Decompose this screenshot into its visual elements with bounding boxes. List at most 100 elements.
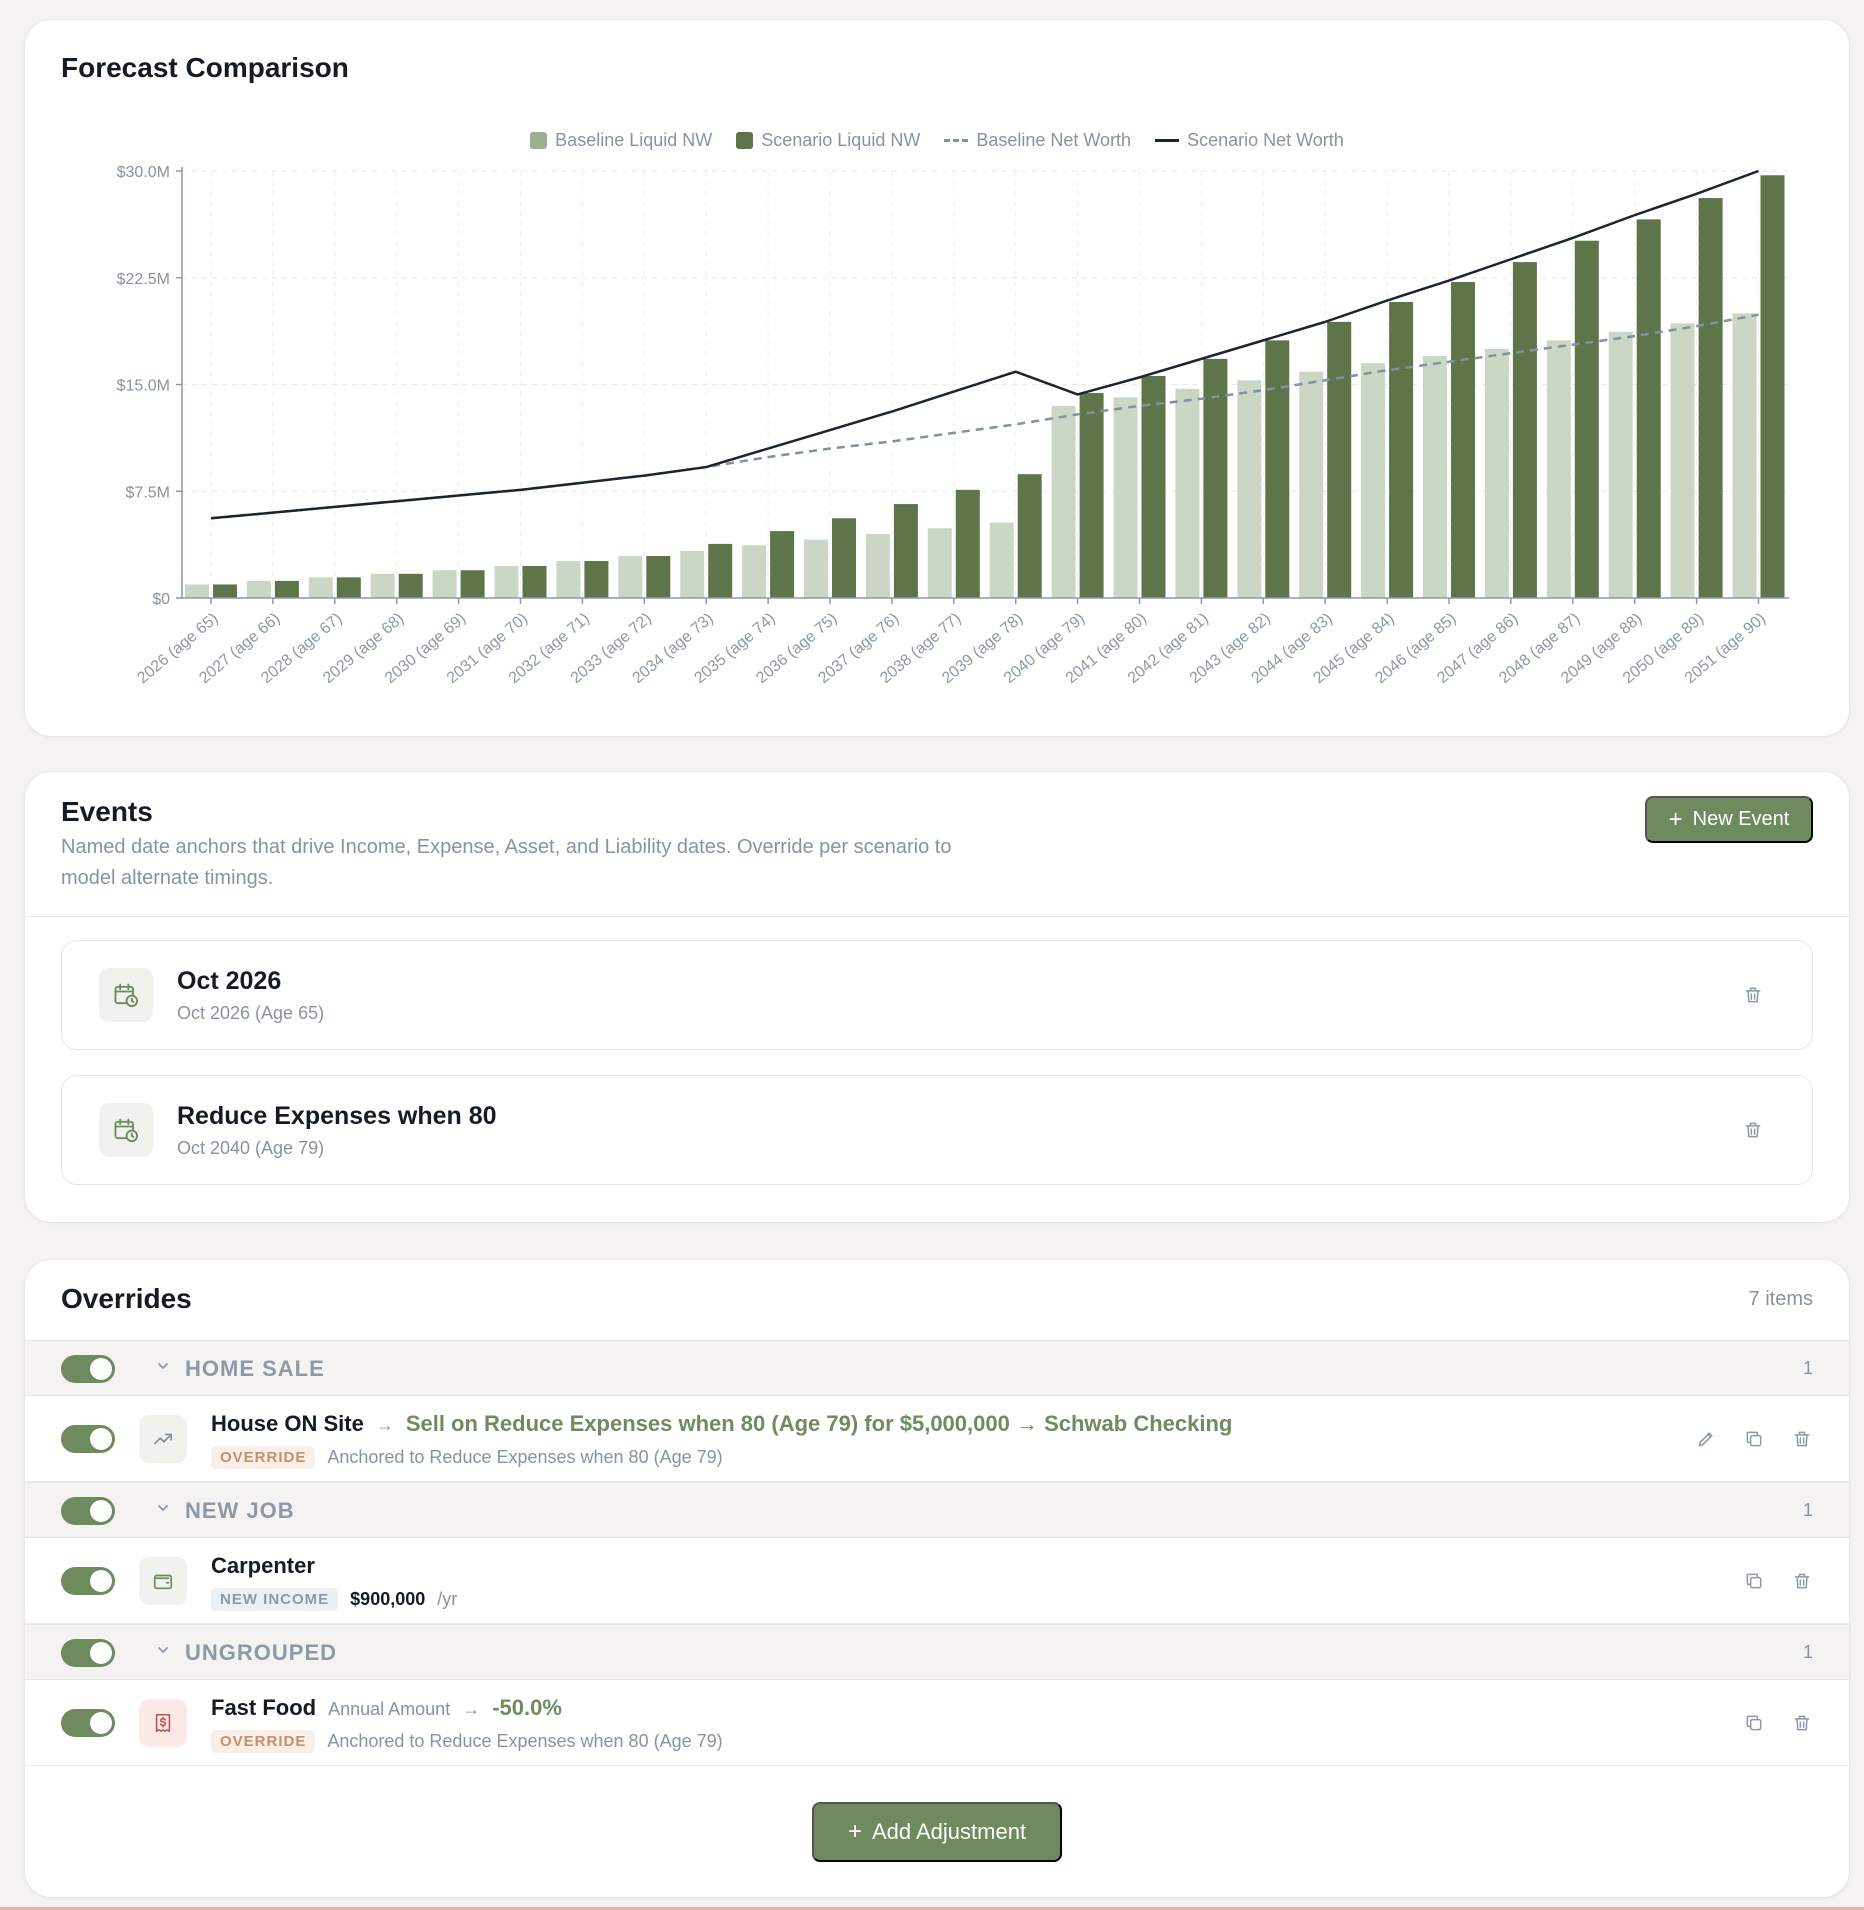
bar-scenario-liquid	[336, 577, 361, 598]
trash-icon	[1745, 1122, 1761, 1138]
trash-icon	[1794, 1431, 1810, 1447]
y-tick-label: $30.0M	[117, 164, 170, 181]
group-row-ungrouped[interactable]: UNGROUPED 1	[25, 1624, 1849, 1680]
item-toggle[interactable]	[61, 1709, 115, 1737]
group-row-new-job[interactable]: NEW JOB 1	[25, 1482, 1849, 1538]
new-income-badge: NEW INCOME	[211, 1588, 339, 1611]
y-tick-label: $7.5M	[126, 484, 170, 501]
new-event-button[interactable]: + New Event	[1645, 796, 1813, 843]
item-meta: OVERRIDE Anchored to Reduce Expenses whe…	[211, 1730, 723, 1753]
item-action: Sell on Reduce Expenses when 80 (Age 79)…	[405, 1411, 1233, 1436]
item-toggle[interactable]	[61, 1567, 115, 1595]
edit-button[interactable]	[1693, 1426, 1719, 1452]
bar-baseline-liquid	[246, 580, 271, 598]
bar-scenario-liquid	[832, 518, 856, 598]
new-event-label: New Event	[1692, 808, 1790, 830]
bar-scenario-liquid	[1512, 262, 1537, 598]
bar-scenario-liquid	[274, 580, 299, 598]
bar-scenario-liquid	[1079, 393, 1104, 598]
copy-icon	[1746, 1431, 1762, 1447]
delete-button[interactable]	[1789, 1710, 1815, 1736]
group-count: 1	[1802, 1358, 1813, 1378]
event-item[interactable]: Reduce Expenses when 80 Oct 2040 (Age 79…	[61, 1075, 1813, 1185]
bar-baseline-liquid	[742, 545, 767, 598]
row-actions	[1741, 1568, 1815, 1594]
override-item[interactable]: Fast Food Annual Amount → -50.0% OVERRID…	[25, 1680, 1849, 1766]
group-label: NEW JOB	[185, 1498, 295, 1523]
bar-scenario-liquid	[1203, 358, 1228, 598]
bar-scenario-liquid	[1451, 282, 1475, 598]
delete-event-button[interactable]	[1740, 982, 1766, 1008]
y-tick-label: $0	[152, 591, 170, 608]
override-item[interactable]: House ON Site → Sell on Reduce Expenses …	[25, 1396, 1849, 1482]
row-actions	[1741, 1710, 1815, 1736]
bar-scenario-liquid	[398, 573, 423, 598]
duplicate-button[interactable]	[1741, 1710, 1767, 1736]
y-tick-label: $22.5M	[117, 271, 170, 288]
group-label: UNGROUPED	[185, 1640, 338, 1665]
bar-baseline-liquid	[1732, 313, 1757, 598]
bar-baseline-liquid	[927, 528, 952, 598]
bar-scenario-liquid	[955, 489, 980, 598]
bar-scenario-liquid	[1265, 340, 1290, 598]
overrides-count: 7 items	[1748, 1288, 1813, 1310]
duplicate-button[interactable]	[1741, 1568, 1767, 1594]
bar-baseline-liquid	[1423, 356, 1447, 598]
item-anchor: Anchored to Reduce Expenses when 80 (Age…	[327, 1447, 723, 1467]
events-description: Named date anchors that drive Income, Ex…	[61, 836, 952, 889]
copy-icon	[1746, 1573, 1762, 1589]
bar-baseline-liquid	[804, 539, 828, 598]
chevron-down-icon[interactable]	[155, 1500, 171, 1516]
calendar-clock-icon	[99, 968, 153, 1022]
arrow-right-icon: →	[462, 1699, 481, 1719]
bar-scenario-liquid	[1017, 474, 1042, 598]
bar-baseline-liquid	[1175, 388, 1200, 598]
bar-baseline-liquid	[865, 533, 890, 598]
chevron-down-icon[interactable]	[155, 1358, 171, 1374]
delete-button[interactable]	[1789, 1568, 1815, 1594]
add-adjustment-button[interactable]: + Add Adjustment	[812, 1802, 1062, 1862]
trending-up-icon	[139, 1415, 187, 1463]
event-date: Oct 2040 (Age 79)	[177, 1138, 325, 1158]
bar-baseline-liquid	[1299, 371, 1324, 598]
receipt-dollar-icon	[139, 1699, 187, 1747]
item-name: Fast Food	[211, 1695, 317, 1720]
event-item[interactable]: Oct 2026 Oct 2026 (Age 65)	[61, 940, 1813, 1050]
calendar-clock-icon	[99, 1103, 153, 1157]
item-summary: House ON Site → Sell on Reduce Expenses …	[211, 1411, 1232, 1437]
bar-baseline-liquid	[1546, 340, 1571, 598]
override-badge: OVERRIDE	[211, 1730, 316, 1753]
delete-button[interactable]	[1789, 1426, 1815, 1452]
bar-baseline-liquid	[185, 584, 209, 598]
bar-baseline-liquid	[1113, 397, 1138, 598]
arrow-right-icon: →	[375, 1415, 394, 1435]
bar-baseline-liquid	[1361, 363, 1386, 598]
bar-scenario-liquid	[770, 531, 795, 598]
override-item[interactable]: Carpenter NEW INCOME $900,000 /yr	[25, 1538, 1849, 1624]
event-date: Oct 2026 (Age 65)	[177, 1003, 325, 1023]
item-meta: NEW INCOME $900,000 /yr	[211, 1588, 457, 1611]
override-badge: OVERRIDE	[211, 1446, 316, 1469]
bar-scenario-liquid	[1698, 198, 1723, 598]
delete-event-button[interactable]	[1740, 1117, 1766, 1143]
bar-baseline-liquid	[432, 570, 457, 598]
group-toggle[interactable]	[61, 1639, 115, 1667]
group-toggle[interactable]	[61, 1497, 115, 1525]
group-row-home-sale[interactable]: HOME SALE 1	[25, 1340, 1849, 1396]
bar-scenario-liquid	[1141, 375, 1166, 598]
group-label: HOME SALE	[185, 1356, 325, 1381]
item-toggle[interactable]	[61, 1425, 115, 1453]
item-anchor: Anchored to Reduce Expenses when 80 (Age…	[327, 1731, 723, 1751]
forecast-chart: $0$7.5M$15.0M$22.5M$30.0M2026 (age 65)20…	[117, 164, 1789, 687]
group-toggle[interactable]	[61, 1355, 115, 1383]
duplicate-button[interactable]	[1741, 1426, 1767, 1452]
chevron-down-icon[interactable]	[155, 1642, 171, 1658]
item-percent: -50.0%	[492, 1695, 562, 1720]
item-summary: Carpenter	[211, 1553, 315, 1579]
item-field: Annual Amount	[328, 1699, 451, 1719]
bar-baseline-liquid	[370, 573, 395, 598]
item-summary: Fast Food Annual Amount → -50.0%	[211, 1695, 562, 1721]
bar-baseline-liquid	[556, 560, 581, 598]
bar-scenario-liquid	[893, 504, 918, 598]
overrides-title: Overrides	[61, 1283, 192, 1314]
